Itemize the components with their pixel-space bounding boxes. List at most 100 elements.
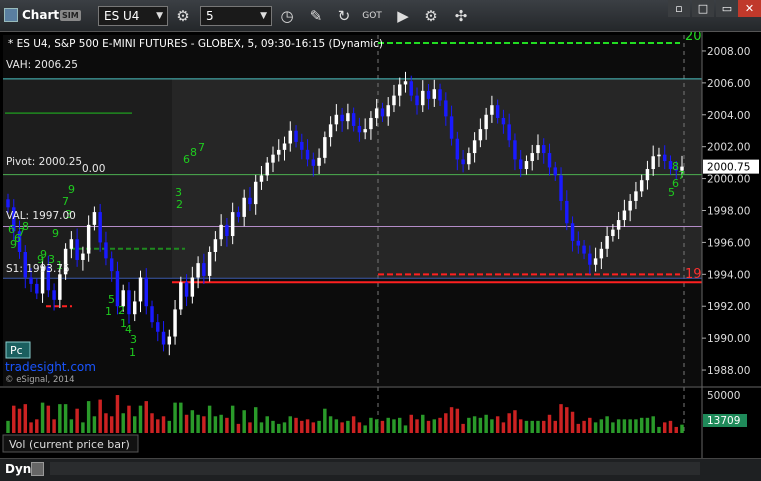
- chevron-down-icon[interactable]: ▼: [156, 7, 163, 25]
- maximize-icon[interactable]: □: [692, 0, 714, 17]
- volume-bar: [52, 419, 56, 433]
- volume-bar: [282, 422, 287, 433]
- tools-icon[interactable]: ✣: [451, 6, 471, 26]
- volume-bar: [432, 419, 437, 433]
- volume-bar: [582, 420, 586, 433]
- volume-bar: [323, 408, 327, 433]
- candle-body: [133, 301, 137, 315]
- level-label: VAH: 2006.25: [6, 59, 78, 71]
- volume-bar: [530, 420, 534, 433]
- volume-bar: [317, 420, 321, 433]
- volume-bar: [265, 416, 269, 433]
- volume-bar: [363, 425, 367, 433]
- candle-body: [144, 277, 148, 307]
- chart-background: [0, 32, 761, 458]
- volume-bar: [63, 404, 68, 433]
- candle-body: [305, 149, 310, 160]
- candle-body: [271, 154, 275, 163]
- y-tick-label: 1990.00: [707, 333, 750, 345]
- candle-body: [403, 81, 408, 85]
- volume-bar: [403, 425, 408, 433]
- play-icon[interactable]: ▶: [393, 6, 413, 26]
- volume-bar: [588, 417, 592, 433]
- pencil-icon[interactable]: ✎: [306, 6, 326, 26]
- volume-bar: [98, 399, 102, 433]
- volume-last-label: 13709: [707, 415, 740, 427]
- candle-body: [98, 212, 102, 243]
- candle-body: [81, 253, 85, 260]
- volume-bar: [415, 419, 419, 433]
- volume-bar: [300, 420, 304, 433]
- volume-bar: [277, 423, 281, 433]
- candle-body: [92, 212, 97, 225]
- candle-body: [467, 153, 471, 165]
- td-count-label: 4: [125, 323, 132, 336]
- volume-bar: [369, 417, 373, 433]
- level-label: VAL: 1997.00: [6, 210, 76, 222]
- volume-label: Vol (current price bar): [9, 438, 130, 451]
- y-tick-label: 2006.00: [707, 78, 750, 90]
- mode-label[interactable]: Dyn: [5, 462, 31, 476]
- refresh-icon[interactable]: ↻: [334, 6, 354, 26]
- volume-bar: [17, 408, 22, 433]
- symbol-field[interactable]: ES U4 ▼: [98, 6, 168, 26]
- close-icon[interactable]: ✕: [738, 0, 761, 17]
- volume-bar: [75, 408, 79, 433]
- volume-bar: [542, 420, 546, 433]
- restore-icon[interactable]: ▫: [668, 0, 690, 17]
- y-tick-label: 2008.00: [707, 46, 750, 58]
- volume-bar: [184, 414, 189, 433]
- volume-bar: [271, 420, 275, 433]
- candle-body: [288, 130, 293, 144]
- clock-icon[interactable]: ◷: [277, 6, 297, 26]
- candle-body: [150, 306, 154, 323]
- goto-icon[interactable]: GOT: [362, 6, 382, 26]
- copyright: © eSignal, 2014: [5, 375, 75, 385]
- volume-bar: [109, 416, 114, 433]
- candle-body: [236, 212, 241, 217]
- candle-body: [173, 309, 177, 337]
- bottom-bar: Dyn: [0, 458, 761, 481]
- candle-body: [409, 81, 413, 96]
- volume-bar: [478, 417, 483, 433]
- volume-bar: [380, 420, 385, 433]
- volume-bar: [288, 416, 293, 433]
- volume-bar: [294, 417, 298, 433]
- volume-bar: [553, 420, 557, 433]
- minimize-icon[interactable]: ▭: [716, 0, 738, 17]
- volume-bar: [680, 424, 684, 433]
- volume-bar: [426, 420, 431, 433]
- candle-body: [242, 197, 246, 217]
- candle-body: [265, 162, 269, 176]
- volume-bar: [513, 410, 517, 433]
- td-count-label: 1: [105, 305, 112, 318]
- candle-body: [501, 117, 506, 125]
- candle-body: [639, 180, 644, 192]
- y-tick-label: 1996.00: [707, 237, 750, 249]
- chart-area[interactable]: 9736997863215121345678967893 1* ES U4, S&…: [0, 32, 761, 458]
- lock-icon[interactable]: [31, 462, 44, 476]
- candle-body: [576, 240, 581, 246]
- td-count-label: 2: [176, 198, 183, 211]
- candle-body: [317, 157, 321, 166]
- volume-bar: [179, 402, 183, 433]
- candle-body: [392, 95, 396, 106]
- candle-body: [334, 114, 339, 125]
- volume-bar: [86, 401, 91, 433]
- interval-field[interactable]: 5 ▼: [200, 6, 272, 26]
- gear-icon[interactable]: ⚙: [421, 6, 441, 26]
- volume-bar: [536, 420, 540, 433]
- link-icon[interactable]: ⚙: [173, 6, 193, 26]
- candle-body: [138, 277, 143, 302]
- candle-body: [461, 159, 465, 165]
- volume-bar: [386, 417, 390, 433]
- chevron-down-icon[interactable]: ▼: [260, 7, 267, 25]
- candle-body: [507, 124, 511, 141]
- candle-body: [455, 138, 460, 160]
- candle-body: [207, 251, 212, 276]
- volume-bar: [167, 420, 172, 433]
- volume-bar: [6, 420, 10, 433]
- td-count-label: 8: [190, 146, 197, 159]
- volume-bar: [29, 422, 33, 433]
- scrollbar-track[interactable]: [50, 462, 700, 475]
